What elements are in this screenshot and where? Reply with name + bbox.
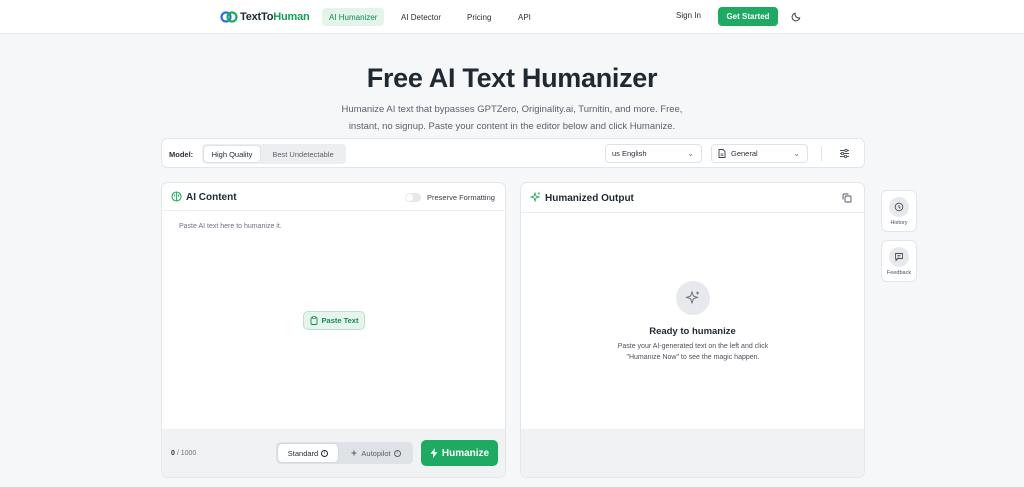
- page-title: Free AI Text Humanizer: [366, 63, 658, 93]
- input-panel: AI Content Preserve Formatting Paste AI …: [161, 182, 506, 478]
- brain-icon: [171, 191, 182, 202]
- sparkles-icon: [530, 192, 541, 203]
- ready-title: Ready to humanize: [649, 326, 736, 337]
- message-icon: [889, 247, 909, 267]
- model-label: Model:: [169, 150, 194, 159]
- chevron-down-icon: ⌄: [687, 149, 694, 158]
- language-select[interactable]: us English ⌄: [605, 144, 702, 163]
- style-value: General: [731, 149, 758, 158]
- language-value: us English: [612, 149, 647, 158]
- nav-link-api[interactable]: API: [511, 8, 538, 26]
- settings-toolbar: Model: High Quality Best Undetectable us…: [161, 138, 865, 168]
- humanize-label: Humanize: [441, 447, 490, 459]
- feedback-label: Feedback: [886, 270, 912, 276]
- style-select[interactable]: General ⌄: [711, 144, 808, 163]
- preserve-formatting-label: Preserve Formatting: [427, 193, 495, 202]
- moon-icon[interactable]: [791, 11, 802, 22]
- output-panel-footer: [521, 429, 864, 477]
- get-started-button[interactable]: Get Started: [718, 7, 778, 26]
- clipboard-icon: [310, 316, 317, 325]
- chevron-down-icon: ⌄: [793, 149, 800, 158]
- logo[interactable]: TextToHuman: [220, 9, 310, 25]
- mode-option-standard[interactable]: Standard i: [278, 444, 338, 462]
- info-icon: i: [321, 449, 329, 457]
- history-label: History: [890, 220, 908, 226]
- paste-text-button[interactable]: Paste Text: [303, 311, 365, 330]
- output-panel-title: Humanized Output: [545, 193, 634, 204]
- word-counter: 0 / 1000: [171, 450, 197, 457]
- divider: [821, 147, 822, 161]
- ready-description: Paste your AI-generated text on the left…: [617, 343, 769, 361]
- output-panel-header: Humanized Output: [521, 183, 864, 213]
- mode-selector: Standard i Autopilot i: [276, 442, 413, 464]
- sparkles-icon: [685, 290, 699, 305]
- nav-link-ai-detector[interactable]: AI Detector: [394, 8, 448, 26]
- top-navbar: TextToHuman AI Humanizer AI Detector Pri…: [0, 0, 1024, 34]
- page-subtitle: Humanize AI text that bypasses GPTZero, …: [341, 104, 683, 132]
- input-panel-title: AI Content: [186, 192, 237, 203]
- model-selector: High Quality Best Undetectable: [202, 144, 346, 164]
- model-option-best-undetectable[interactable]: Best Undetectable: [262, 146, 344, 162]
- nav-link-ai-humanizer[interactable]: AI Humanizer: [322, 8, 385, 26]
- input-panel-header: AI Content Preserve Formatting: [162, 183, 505, 211]
- humanize-button[interactable]: Humanize: [421, 440, 498, 466]
- preserve-formatting-toggle[interactable]: [405, 193, 421, 202]
- text-input[interactable]: Paste AI text here to humanize it.: [179, 223, 282, 230]
- history-icon: [889, 197, 909, 217]
- sign-in-link[interactable]: Sign In: [676, 11, 701, 20]
- input-panel-footer: 0 / 1000 Standard i Autopilot i Humanize: [162, 429, 505, 477]
- paste-text-label: Paste Text: [321, 316, 359, 325]
- feedback-button[interactable]: Feedback: [881, 240, 917, 282]
- mode-option-autopilot[interactable]: Autopilot i: [340, 444, 411, 462]
- info-icon: i: [393, 449, 401, 457]
- logo-text: TextToHuman: [240, 11, 310, 23]
- output-panel: Humanized Output Ready to humanize Paste…: [520, 182, 865, 478]
- nav-link-pricing[interactable]: Pricing: [460, 8, 498, 26]
- ready-indicator: [676, 281, 710, 315]
- model-option-high-quality[interactable]: High Quality: [204, 146, 260, 162]
- sliders-icon[interactable]: [839, 148, 850, 159]
- document-icon: [718, 149, 726, 158]
- history-button[interactable]: History: [881, 190, 917, 232]
- logo-icon: [220, 11, 238, 23]
- sparkle-icon: [350, 449, 358, 457]
- lightning-icon: [430, 448, 438, 458]
- copy-icon[interactable]: [842, 193, 852, 203]
